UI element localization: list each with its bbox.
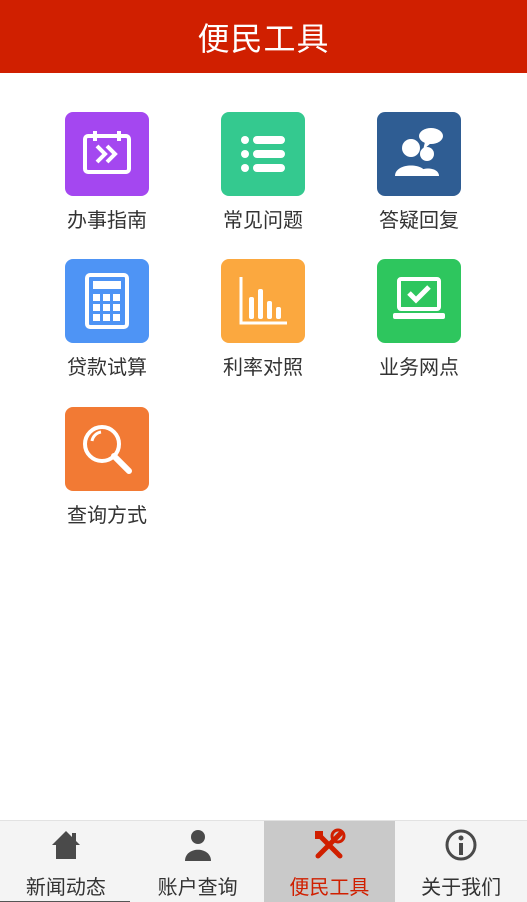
tab-about[interactable]: 关于我们 (395, 821, 527, 902)
calculator-icon (65, 259, 149, 343)
tool-query-methods[interactable]: 查询方式 (47, 407, 167, 528)
tool-label: 办事指南 (67, 208, 147, 232)
bottom-tab-bar: 新闻动态 账户查询 便民工具 关于我们 (0, 820, 527, 902)
info-icon (443, 827, 479, 863)
tool-label: 业务网点 (379, 355, 459, 379)
tool-label: 答疑回复 (379, 208, 459, 232)
laptop-check-icon (377, 259, 461, 343)
consultation-icon (377, 112, 461, 196)
tab-label: 账户查询 (157, 875, 238, 899)
tool-label: 常见问题 (223, 208, 303, 232)
tool-label: 贷款试算 (67, 355, 147, 379)
page-title: 便民工具 (197, 19, 330, 58)
tool-guide[interactable]: 办事指南 (47, 112, 167, 233)
search-icon (65, 407, 149, 491)
tool-qa-reply[interactable]: 答疑回复 (359, 112, 479, 233)
tool-branches[interactable]: 业务网点 (359, 259, 479, 380)
tab-label: 关于我们 (421, 875, 502, 899)
header-bar: 便民工具 (0, 0, 527, 73)
tool-label: 利率对照 (223, 355, 303, 379)
bar-chart-icon (221, 259, 305, 343)
tool-label: 查询方式 (67, 503, 147, 527)
tool-faq[interactable]: 常见问题 (203, 112, 323, 233)
app-screen: 便民工具 办事指南 常见问题 答疑回复 贷款试算 利率对照 业务网点 查询方式 … (0, 0, 527, 902)
tool-rate-compare[interactable]: 利率对照 (203, 259, 323, 380)
tool-loan-calc[interactable]: 贷款试算 (47, 259, 167, 380)
tab-label: 新闻动态 (25, 875, 106, 899)
tab-account[interactable]: 账户查询 (132, 821, 264, 902)
user-icon (180, 827, 216, 863)
calendar-forward-icon (65, 112, 149, 196)
tools-icon (311, 827, 347, 863)
tab-news[interactable]: 新闻动态 (0, 821, 132, 902)
tab-label: 便民工具 (289, 875, 370, 899)
home-icon (48, 827, 84, 863)
tab-tools[interactable]: 便民工具 (263, 821, 396, 902)
list-icon (221, 112, 305, 196)
